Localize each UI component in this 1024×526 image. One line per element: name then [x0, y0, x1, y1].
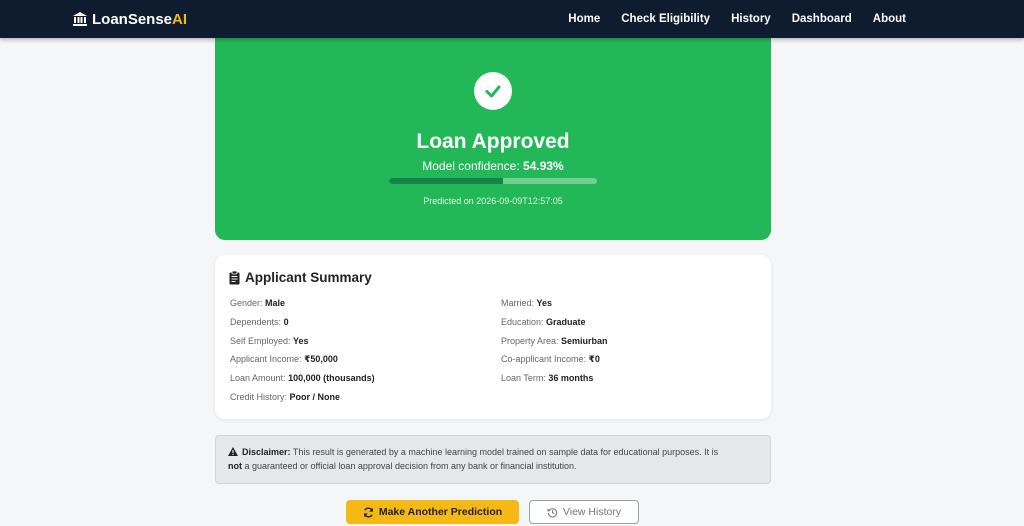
field-loan-amount: Loan Amount: 100,000 (thousands)	[230, 373, 375, 383]
field-label: Married:	[501, 298, 535, 308]
field-label: Gender:	[230, 298, 263, 308]
field-label: Education:	[501, 317, 544, 327]
bank-icon	[73, 12, 87, 26]
disclaimer-text-2: a guaranteed or official loan approval d…	[242, 461, 577, 471]
view-history-button[interactable]: View History	[529, 500, 639, 524]
field-gender: Gender: Male	[230, 298, 285, 308]
nav-link-check-eligibility[interactable]: Check Eligibility	[621, 13, 710, 25]
applicant-summary-card: Applicant Summary Gender: Male Dependent…	[215, 255, 771, 419]
summary-heading: Applicant Summary	[229, 270, 372, 285]
field-value: Male	[265, 298, 286, 308]
disclaimer-text-1: This result is generated by a machine le…	[290, 447, 719, 457]
field-label: Co-applicant Income:	[501, 354, 587, 364]
field-label: Credit History:	[230, 392, 288, 402]
field-education: Education: Graduate	[501, 317, 586, 327]
field-value: Graduate	[546, 317, 586, 327]
field-value: Poor / None	[289, 392, 341, 402]
field-label: Self Employed:	[230, 336, 291, 346]
field-applicant-income: Applicant Income: ₹50,000	[230, 354, 338, 365]
brand-accent: AI	[172, 10, 188, 28]
field-dependents: Dependents: 0	[230, 317, 289, 327]
predicted-timestamp: Predicted on 2026-09-09T12:57:05	[423, 196, 563, 206]
field-property-area: Property Area: Semiurban	[501, 336, 608, 346]
nav-link-home[interactable]: Home	[568, 13, 600, 25]
refresh-icon	[363, 506, 373, 518]
field-label: Property Area:	[501, 336, 559, 346]
nav-link-dashboard[interactable]: Dashboard	[792, 13, 852, 25]
field-married: Married: Yes	[501, 298, 552, 308]
result-card: Loan Approved Model confidence: 54.93% P…	[215, 30, 771, 240]
field-label: Loan Amount:	[230, 373, 286, 383]
make-another-prediction-label: Make Another Prediction	[378, 506, 503, 518]
confidence-label: Model confidence:	[422, 159, 520, 173]
clipboard-icon	[229, 270, 240, 284]
make-another-prediction-button[interactable]: Make Another Prediction	[346, 500, 519, 524]
field-label: Loan Term:	[501, 373, 546, 383]
disclaimer-box: Disclaimer: This result is generated by …	[215, 435, 771, 484]
view-history-label: View History	[562, 506, 622, 518]
confidence-text: Model confidence: 54.93%	[215, 159, 771, 173]
field-value: 100,000 (thousands)	[288, 373, 375, 383]
navbar: LoanSense AI Home Check Eligibility Histo…	[0, 0, 1024, 38]
field-loan-term: Loan Term: 36 months	[501, 373, 593, 383]
confidence-progress-bar	[389, 178, 597, 184]
field-value: ₹0	[588, 354, 600, 364]
warning-icon	[228, 447, 238, 456]
result-title: Loan Approved	[416, 130, 570, 153]
check-icon	[485, 85, 501, 98]
field-value: Semiurban	[561, 336, 608, 346]
confidence-value: 54.93%	[523, 159, 564, 173]
field-value: 36 months	[548, 373, 594, 383]
history-icon	[547, 507, 558, 518]
confidence-progress-fill	[389, 178, 504, 184]
field-label: Dependents:	[230, 317, 282, 327]
check-badge	[474, 72, 512, 110]
nav-link-history[interactable]: History	[731, 13, 771, 25]
field-value: 0	[283, 317, 289, 327]
nav-link-about[interactable]: About	[873, 13, 906, 25]
field-value: ₹50,000	[304, 354, 338, 364]
field-label: Applicant Income:	[230, 354, 302, 364]
summary-title: Applicant Summary	[245, 270, 372, 285]
disclaimer-not: not	[228, 461, 242, 471]
brand-name: LoanSense	[92, 10, 173, 28]
field-value: Yes	[536, 298, 553, 308]
field-value: Yes	[293, 336, 309, 346]
field-self-employed: Self Employed: Yes	[230, 336, 309, 346]
disclaimer-heading: Disclaimer:	[242, 447, 291, 457]
nav-links: Home Check Eligibility History Dashboard…	[568, 0, 906, 38]
field-credit-history: Credit History: Poor / None	[230, 392, 340, 402]
field-coapplicant-income: Co-applicant Income: ₹0	[501, 354, 600, 365]
brand-logo[interactable]: LoanSense AI	[72, 9, 187, 29]
